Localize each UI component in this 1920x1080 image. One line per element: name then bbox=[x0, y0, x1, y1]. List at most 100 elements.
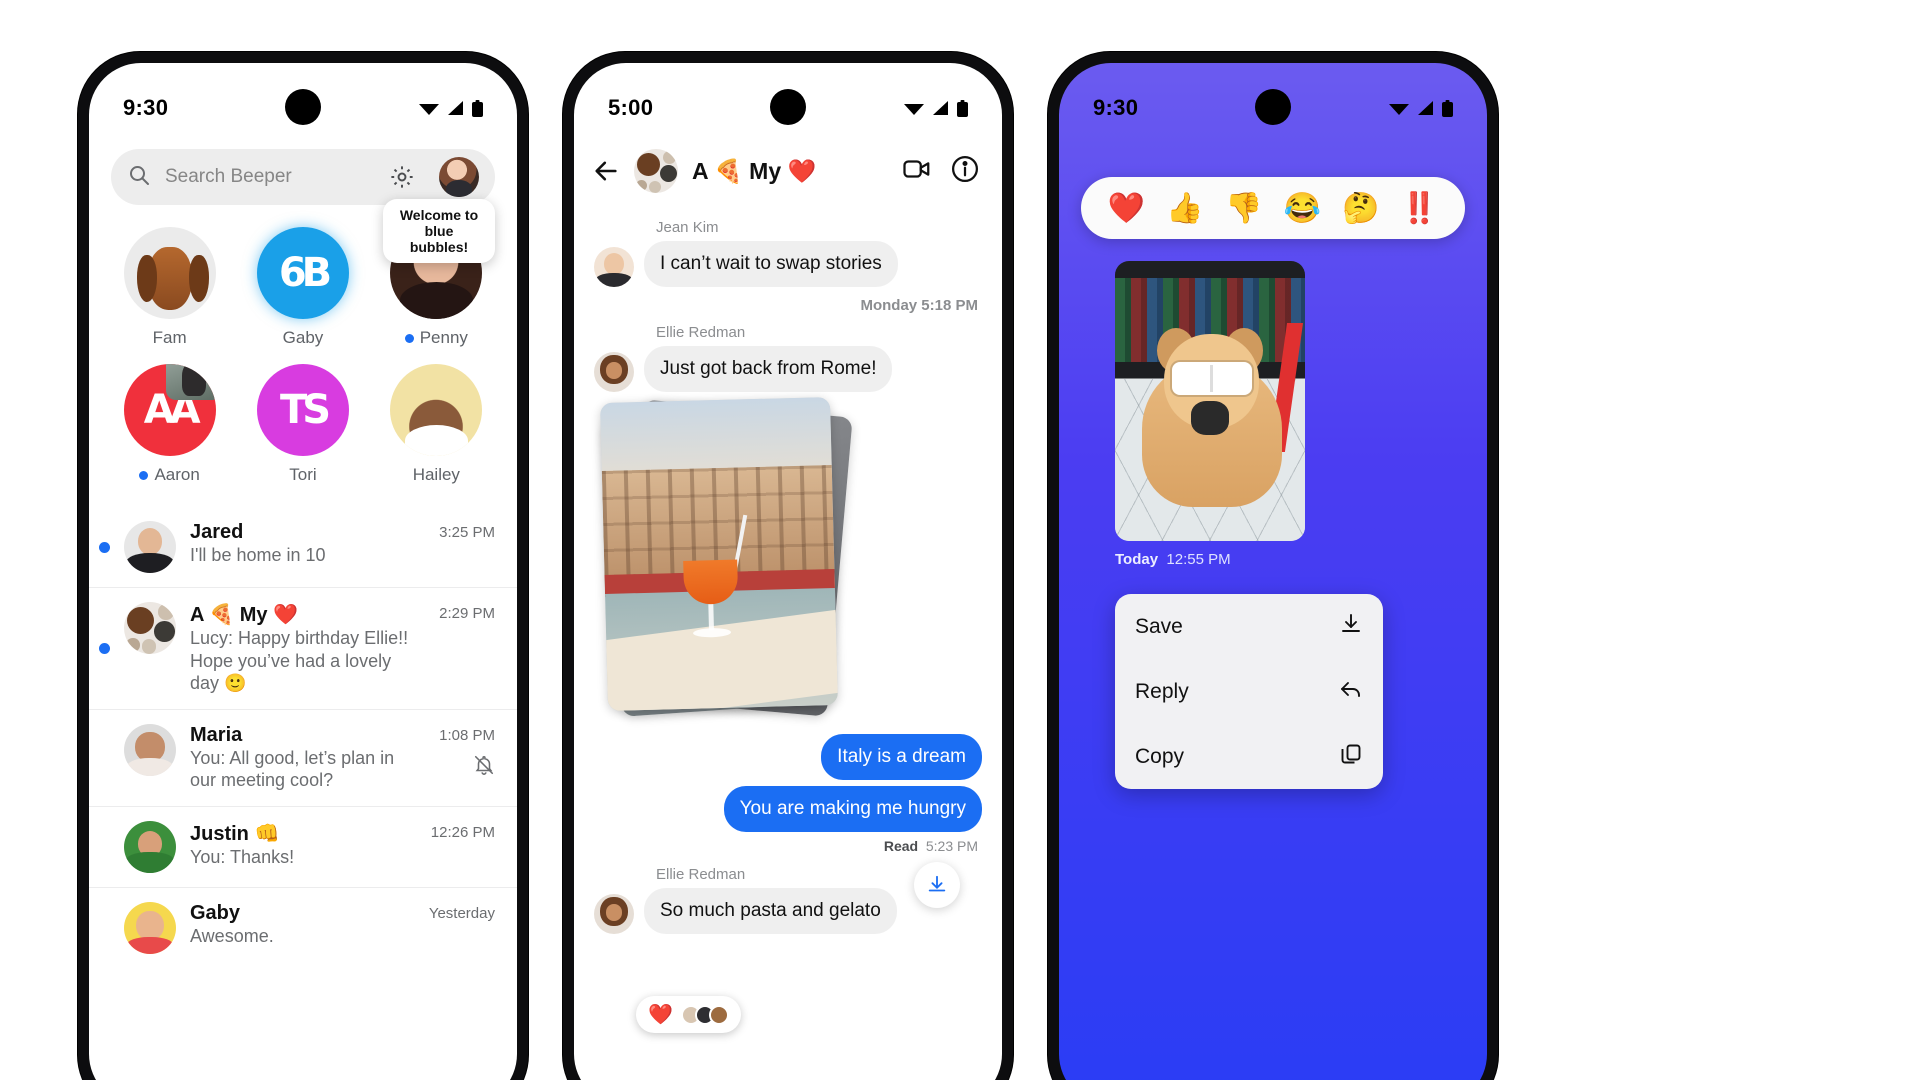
avatar bbox=[594, 352, 634, 392]
chat-row-content: Justin 👊 You: Thanks! bbox=[190, 821, 417, 869]
chat-timestamp: 1:08 PM bbox=[439, 726, 495, 744]
sunglasses-icon bbox=[1172, 361, 1252, 396]
gear-icon[interactable] bbox=[389, 164, 415, 190]
phone-chat-list: 9:30 Search Beeper Fam 6B Gaby Welcome t… bbox=[78, 52, 528, 1080]
unread-indicator bbox=[99, 642, 110, 654]
photo-card-front[interactable] bbox=[600, 397, 838, 711]
favorite-aaron[interactable]: AA Aaron bbox=[103, 364, 236, 485]
search-input-placeholder[interactable]: Search Beeper bbox=[165, 166, 375, 188]
favorites-grid: Fam 6B Gaby Welcome to blue bubbles! Pen… bbox=[103, 199, 503, 485]
back-arrow-icon[interactable] bbox=[592, 157, 620, 185]
menu-item-save[interactable]: Save bbox=[1115, 594, 1383, 659]
unread-indicator bbox=[99, 541, 110, 553]
reaction-thumbs-up-icon[interactable]: 👍 bbox=[1166, 191, 1203, 226]
favorite-label: Aaron bbox=[139, 465, 200, 485]
favorite-name: Hailey bbox=[412, 465, 460, 484]
photo-attachment-stack[interactable]: ❤️ bbox=[600, 397, 982, 1033]
avatar-tori-logo[interactable]: TS bbox=[256, 364, 349, 456]
message-bubble[interactable]: So much pasta and gelato bbox=[644, 888, 897, 934]
avatar-dog[interactable] bbox=[123, 227, 216, 319]
table-row[interactable]: Gaby Awesome. Yesterday bbox=[89, 886, 517, 968]
avatar[interactable] bbox=[439, 157, 479, 197]
status-icons bbox=[418, 99, 483, 117]
message-bubble[interactable]: Italy is a dream bbox=[821, 734, 982, 780]
avatar-aaron-logo[interactable]: AA bbox=[123, 364, 216, 456]
favorite-fam[interactable]: Fam bbox=[103, 227, 236, 348]
search-bar[interactable]: Search Beeper bbox=[111, 149, 495, 205]
chat-timestamp: 3:25 PM bbox=[439, 524, 495, 541]
favorite-name: Penny bbox=[419, 328, 468, 347]
favorite-penny[interactable]: Welcome to blue bubbles! Penny bbox=[370, 199, 503, 348]
reaction-emoji: ❤️ bbox=[648, 1004, 673, 1026]
phone1-screen: 9:30 Search Beeper Fam 6B Gaby Welcome t… bbox=[89, 63, 517, 1080]
chat-preview: You: All good, let’s plan in our meeting… bbox=[190, 747, 395, 791]
unread-dot bbox=[404, 333, 414, 343]
message-row-incoming: Just got back from Rome! bbox=[594, 346, 982, 392]
table-row[interactable]: Justin 👊 You: Thanks! 12:26 PM bbox=[89, 805, 517, 887]
menu-item-reply[interactable]: Reply bbox=[1115, 659, 1383, 724]
welcome-tooltip: Welcome to blue bubbles! bbox=[382, 199, 495, 264]
reaction-thinking-icon[interactable]: 🤔 bbox=[1342, 191, 1379, 226]
status-time: 9:30 bbox=[123, 95, 169, 120]
favorite-label: Penny bbox=[404, 328, 468, 348]
message-bubble[interactable]: Just got back from Rome! bbox=[644, 346, 893, 392]
chat-preview: I'll be home in 10 bbox=[190, 545, 326, 565]
table-row[interactable]: Maria You: All good, let’s plan in our m… bbox=[89, 708, 517, 806]
favorite-tori[interactable]: TS Tori bbox=[236, 364, 369, 485]
chat-name: Jared bbox=[190, 521, 244, 543]
table-row[interactable]: Jared I'll be home in 10 3:25 PM bbox=[89, 507, 517, 587]
favorite-gaby[interactable]: 6B Gaby bbox=[236, 227, 369, 348]
chat-name: A 🍕 My ❤️ bbox=[190, 604, 298, 626]
page-title: A 🍕 My ❤️ bbox=[692, 157, 817, 184]
status-time: 5:00 bbox=[608, 95, 654, 120]
phone-conversation: 5:00 A 🍕 My ❤️ Jean Kim I can’t wait to … bbox=[563, 52, 1013, 1080]
table-row[interactable]: A 🍕 My ❤️ Lucy: Happy birthday Ellie!! H… bbox=[89, 587, 517, 709]
phone3-content: ❤️ 👍 👎 😂 🤔 ‼️ Today 12:55 PM Save Reply … bbox=[1059, 63, 1487, 1080]
chat-name: Justin 👊 bbox=[190, 822, 280, 845]
message-reaction-pill[interactable]: ❤️ bbox=[636, 996, 741, 1033]
photo-timestamp: Today 12:55 PM bbox=[1115, 551, 1487, 568]
mute-bell-icon bbox=[473, 754, 495, 776]
phone1-content: Search Beeper Fam 6B Gaby Welcome to blu… bbox=[89, 63, 517, 1080]
avatar[interactable] bbox=[634, 149, 678, 193]
reaction-laugh-icon[interactable]: 😂 bbox=[1284, 191, 1321, 226]
video-call-icon[interactable] bbox=[902, 154, 932, 189]
favorite-label: Tori bbox=[289, 465, 316, 485]
favorite-hailey[interactable]: Hailey bbox=[370, 364, 503, 485]
phone3-screen: 9:30 ❤️ 👍 👎 😂 🤔 ‼️ Today 12:55 PM Save R… bbox=[1059, 63, 1487, 1080]
avatar bbox=[124, 723, 176, 776]
avatar-beeper-logo[interactable]: 6B bbox=[256, 227, 349, 319]
reaction-heart-icon[interactable]: ❤️ bbox=[1108, 191, 1145, 226]
phone-media-menu: 9:30 ❤️ 👍 👎 😂 🤔 ‼️ Today 12:55 PM Save R… bbox=[1048, 52, 1498, 1080]
avatar bbox=[594, 894, 634, 934]
battery-icon bbox=[472, 99, 483, 117]
download-icon[interactable] bbox=[914, 862, 960, 908]
photo-timestamp-day: Today bbox=[1115, 551, 1159, 568]
chat-preview: You: Thanks! bbox=[190, 846, 295, 867]
favorite-label: Fam bbox=[153, 328, 187, 348]
signal-icon bbox=[447, 100, 465, 116]
chat-timestamp: Yesterday bbox=[428, 904, 495, 922]
copy-icon bbox=[1339, 742, 1363, 771]
message-bubble[interactable]: I can’t wait to swap stories bbox=[644, 241, 898, 287]
menu-item-copy[interactable]: Copy bbox=[1115, 724, 1383, 789]
phone2-screen: 5:00 A 🍕 My ❤️ Jean Kim I can’t wait to … bbox=[574, 63, 1002, 1080]
battery-icon bbox=[957, 99, 968, 117]
read-receipt: Read 5:23 PM bbox=[594, 838, 978, 854]
reaction-picker-bar[interactable]: ❤️ 👍 👎 😂 🤔 ‼️ bbox=[1081, 177, 1465, 239]
avatar bbox=[124, 901, 176, 954]
info-icon[interactable] bbox=[950, 154, 980, 189]
reaction-thumbs-down-icon[interactable]: 👎 bbox=[1225, 191, 1262, 226]
wifi-icon bbox=[418, 100, 440, 116]
avatar-hailey[interactable] bbox=[390, 364, 483, 456]
dog-with-sunglasses-photo[interactable] bbox=[1115, 261, 1305, 541]
status-icons bbox=[903, 99, 968, 117]
message-bubble[interactable]: You are making me hungry bbox=[723, 786, 982, 832]
message-row-incoming: I can’t wait to swap stories bbox=[594, 241, 982, 287]
wifi-icon bbox=[1388, 100, 1410, 116]
message-row-outgoing: You are making me hungry bbox=[594, 786, 982, 832]
favorite-label: Gaby bbox=[283, 328, 324, 348]
reaction-exclamation-icon[interactable]: ‼️ bbox=[1401, 191, 1438, 226]
favorite-name: Aaron bbox=[154, 465, 200, 484]
context-menu: Save Reply Copy bbox=[1115, 594, 1383, 789]
